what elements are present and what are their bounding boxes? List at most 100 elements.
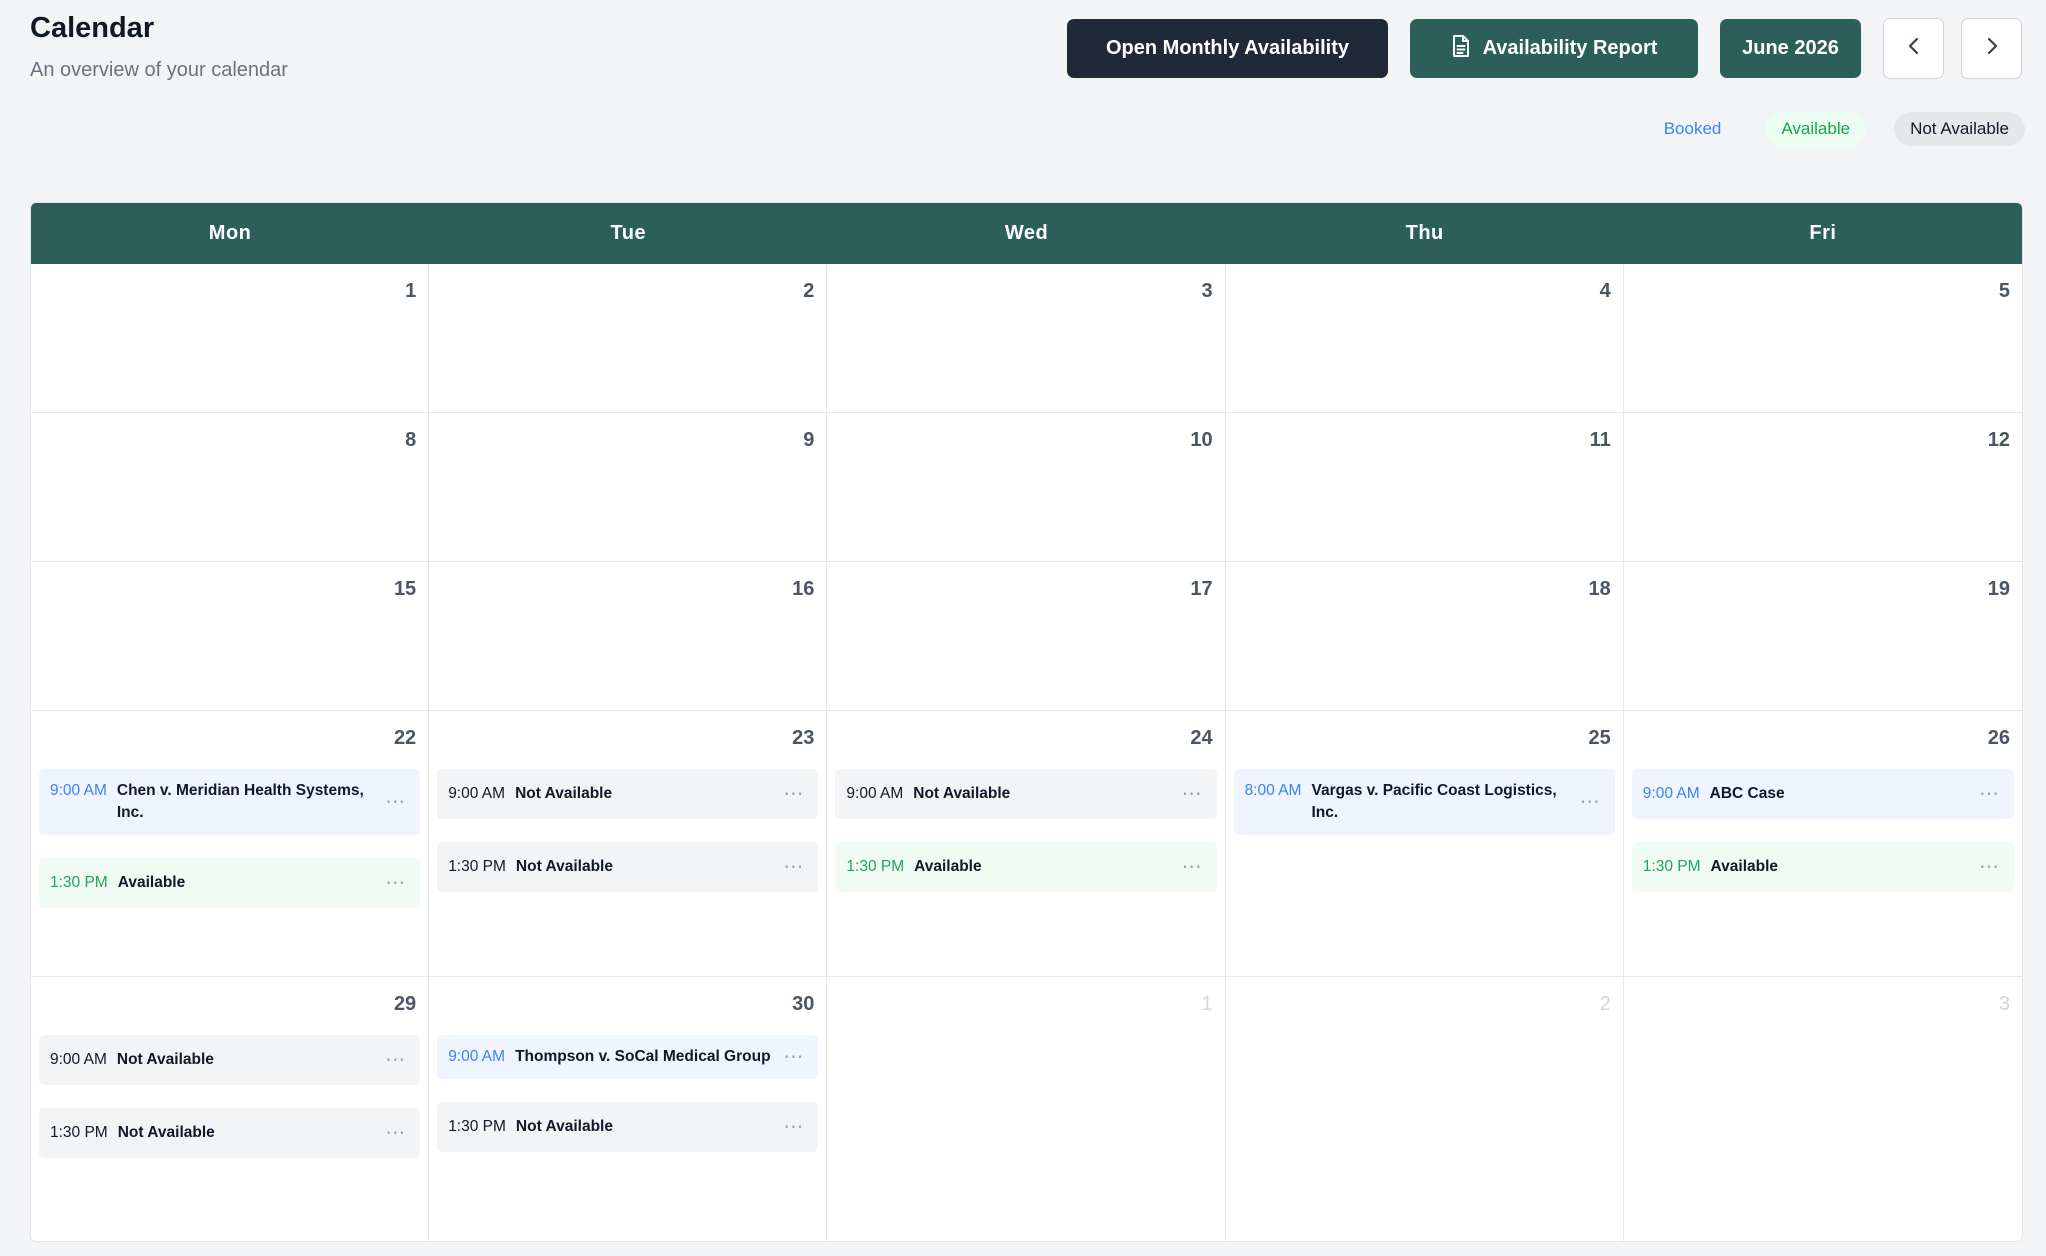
day-number: 23	[792, 727, 815, 749]
event-time: 9:00 AM	[50, 782, 107, 799]
event-na[interactable]: 9:00 AM Not Available ⋯	[835, 769, 1217, 819]
more-options-icon[interactable]: ⋯	[1979, 784, 2000, 804]
event-time: 8:00 AM	[1244, 782, 1302, 799]
open-monthly-availability-button[interactable]: Open Monthly Availability	[1067, 19, 1388, 78]
day-number: 30	[792, 993, 815, 1015]
calendar-day-cell[interactable]: 3	[1624, 977, 2022, 1241]
month-picker-button[interactable]: June 2026	[1720, 19, 1861, 78]
event-available[interactable]: 1:30 PM Available ⋯	[39, 858, 421, 908]
day-number: 26	[1987, 727, 2010, 749]
page-subtitle: An overview of your calendar	[30, 59, 288, 81]
event-na[interactable]: 9:00 AM Not Available ⋯	[437, 769, 819, 819]
calendar-day-cell[interactable]: 30 9:00 AM Thompson v. SoCal Medical Group…	[429, 977, 828, 1241]
event-time: 1:30 PM	[448, 1118, 506, 1135]
calendar-day-cell[interactable]: 22 9:00 AM Chen v. Meridian Health Systems…	[31, 711, 430, 977]
more-options-icon[interactable]: ⋯	[385, 1050, 406, 1070]
day-number: 9	[803, 429, 815, 451]
event-time: 1:30 PM	[50, 874, 108, 891]
calendar-day-cell[interactable]: 11	[1225, 413, 1624, 562]
day-number: 3	[1998, 993, 2010, 1015]
event-list: 9:00 AM Thompson v. SoCal Medical Group ⋯ 1…	[437, 1035, 819, 1152]
previous-month-button[interactable]	[1883, 18, 1944, 79]
calendar-day-cell[interactable]: 16	[429, 562, 828, 711]
event-list: 9:00 AM Not Available ⋯ 1:30 PM Available ⋯	[835, 769, 1217, 892]
calendar-day-cell[interactable]: 19	[1623, 562, 2022, 711]
event-title: Vargas v. Pacific Coast Logistics, Inc.	[1311, 782, 1557, 821]
calendar-day-cell[interactable]: 18	[1225, 562, 1624, 711]
event-title: Not Available	[116, 1051, 214, 1068]
event-na[interactable]: 9:00 AM Not Available ⋯	[39, 1035, 421, 1085]
calendar-day-cell[interactable]: 3	[827, 264, 1226, 413]
calendar-day-cell[interactable]: 29 9:00 AM Not Available ⋯ 1:30 PM Not Availa…	[31, 977, 430, 1241]
calendar-day-cell[interactable]: 9	[429, 413, 828, 562]
day-number: 11	[1589, 429, 1611, 451]
weekday-header: Mon Tue Wed Thu Fri	[31, 203, 2022, 264]
calendar-day-cell[interactable]: 5	[1623, 264, 2022, 413]
weekday-thu: Thu	[1405, 222, 1444, 244]
weekday-tue: Tue	[610, 222, 647, 244]
day-number: 17	[1190, 578, 1213, 600]
calendar-day-cell[interactable]: 2	[429, 264, 828, 413]
more-options-icon[interactable]: ⋯	[783, 857, 804, 877]
weekday-wed: Wed	[1004, 222, 1049, 244]
calendar-day-cell[interactable]: 17	[827, 562, 1226, 711]
calendar-day-cell[interactable]: 25 8:00 AM Vargas v. Pacific Coast Logisti…	[1225, 711, 1624, 977]
calendar-day-cell[interactable]: 26 9:00 AM ABC Case ⋯ 1:30 PM Available ⋯	[1623, 711, 2022, 977]
calendar-day-cell[interactable]: 1	[31, 264, 430, 413]
event-list: 9:00 AM ABC Case ⋯ 1:30 PM Available ⋯	[1631, 769, 2014, 892]
calendar-day-cell[interactable]: 8	[31, 413, 430, 562]
day-number: 15	[393, 578, 417, 600]
calendar-day-cell[interactable]: 15	[31, 562, 430, 711]
open-monthly-availability-label: Open Monthly Availability	[1106, 37, 1349, 59]
calendar-day-cell[interactable]: 12	[1623, 413, 2022, 562]
event-booked[interactable]: 9:00 AM Chen v. Meridian Health Systems, …	[39, 769, 421, 835]
day-number: 25	[1588, 727, 1611, 749]
more-options-icon[interactable]: ⋯	[783, 784, 804, 804]
event-title: Not Available	[117, 1124, 215, 1141]
more-options-icon[interactable]: ⋯	[1182, 857, 1203, 877]
event-title: Available	[1710, 858, 1779, 875]
event-time: 1:30 PM	[50, 1124, 108, 1141]
availability-report-button[interactable]: Availability Report	[1410, 19, 1698, 78]
calendar-day-cell[interactable]: 1	[827, 977, 1226, 1241]
calendar-day-cell[interactable]: 10	[827, 413, 1226, 562]
weekday-fri: Fri	[1809, 222, 1837, 244]
event-title: Not Available	[515, 1118, 613, 1135]
more-options-icon[interactable]: ⋯	[1580, 792, 1601, 812]
more-options-icon[interactable]: ⋯	[385, 1123, 406, 1143]
chevron-right-icon	[1985, 36, 1999, 62]
event-available[interactable]: 1:30 PM Available ⋯	[1631, 842, 2014, 892]
event-booked[interactable]: 9:00 AM ABC Case ⋯	[1631, 769, 2014, 819]
more-options-icon[interactable]: ⋯	[385, 792, 406, 812]
day-number: 12	[1987, 429, 2010, 451]
event-booked[interactable]: 9:00 AM Thompson v. SoCal Medical Group ⋯	[437, 1035, 819, 1079]
day-number: 24	[1190, 727, 1213, 749]
event-booked[interactable]: 8:00 AM Vargas v. Pacific Coast Logistics…	[1233, 769, 1615, 835]
calendar-day-cell[interactable]: 24 9:00 AM Not Available ⋯ 1:30 PM Available ⋯	[827, 711, 1226, 977]
event-time: 9:00 AM	[846, 785, 904, 802]
day-number: 1	[1201, 993, 1213, 1015]
more-options-icon[interactable]: ⋯	[1182, 784, 1203, 804]
event-available[interactable]: 1:30 PM Available ⋯	[835, 842, 1217, 892]
event-title: Not Available	[515, 858, 613, 875]
calendar-day-cell[interactable]: 4	[1225, 264, 1624, 413]
more-options-icon[interactable]: ⋯	[1979, 857, 2000, 877]
event-time: 1:30 PM	[448, 858, 506, 875]
day-number: 3	[1201, 280, 1213, 302]
more-options-icon[interactable]: ⋯	[385, 873, 406, 893]
next-month-button[interactable]	[1961, 18, 2022, 79]
calendar-day-cell[interactable]: 2	[1226, 977, 1624, 1241]
day-number: 16	[792, 578, 815, 600]
event-na[interactable]: 1:30 PM Not Available ⋯	[437, 842, 819, 892]
calendar-day-cell[interactable]: 23 9:00 AM Not Available ⋯ 1:30 PM Not Availa…	[429, 711, 828, 977]
day-number: 18	[1588, 578, 1611, 600]
event-list: 9:00 AM Not Available ⋯ 1:30 PM Not Availabl…	[39, 1035, 421, 1158]
more-options-icon[interactable]: ⋯	[783, 1117, 804, 1137]
more-options-icon[interactable]: ⋯	[783, 1047, 804, 1067]
event-na[interactable]: 1:30 PM Not Available ⋯	[39, 1108, 421, 1158]
availability-report-label: Availability Report	[1482, 37, 1658, 59]
event-title: Available	[117, 874, 186, 891]
legend-booked: Booked	[1647, 112, 1738, 146]
day-number: 2	[803, 280, 815, 302]
event-na[interactable]: 1:30 PM Not Available ⋯	[437, 1102, 819, 1152]
